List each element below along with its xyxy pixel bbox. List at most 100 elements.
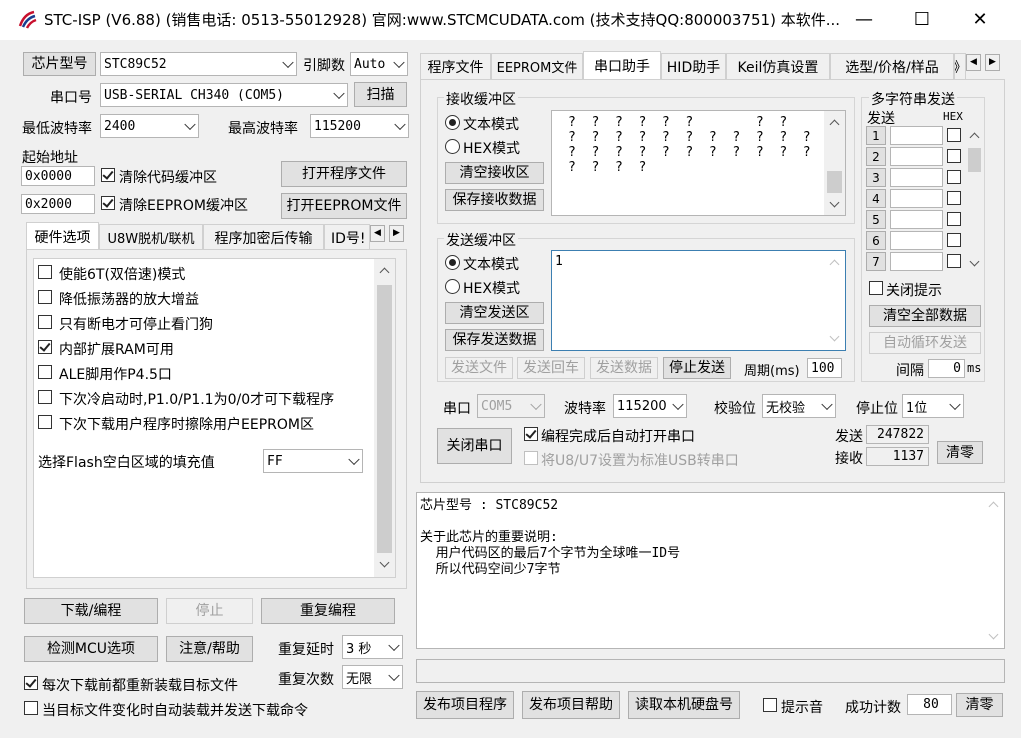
- maximize-button[interactable]: ☐: [893, 0, 951, 40]
- recv-hex-mode-radio[interactable]: [445, 139, 460, 154]
- clear-counters-button[interactable]: 清零: [937, 441, 983, 464]
- check-mcu-button[interactable]: 检测MCU选项: [24, 636, 158, 662]
- scroll-down-icon[interactable]: [988, 629, 999, 640]
- code-address-input[interactable]: 0x0000: [21, 166, 95, 186]
- multi-send-scrollbar[interactable]: [966, 124, 983, 274]
- interval-input[interactable]: 0: [928, 359, 965, 378]
- tab-hardware-options[interactable]: 硬件选项: [26, 222, 99, 250]
- option-checkbox[interactable]: [38, 315, 52, 329]
- clear-eeprom-checkbox[interactable]: [101, 196, 115, 210]
- multi-send-input[interactable]: [890, 168, 943, 187]
- multi-send-hex-checkbox[interactable]: [947, 254, 961, 268]
- download-button[interactable]: 下载/编程: [24, 598, 158, 624]
- tab-scroll-left-icon[interactable]: ◀: [966, 54, 981, 71]
- tab-scroll-left-icon[interactable]: ◀: [370, 225, 385, 242]
- multi-send-row-button[interactable]: 2: [866, 147, 886, 166]
- publish-help-button[interactable]: 发布项目帮助: [522, 691, 620, 719]
- read-disk-id-button[interactable]: 读取本机硬盘号: [628, 691, 740, 719]
- reprogram-button[interactable]: 重复编程: [261, 598, 395, 624]
- open-eeprom-button[interactable]: 打开EEPROM文件: [281, 193, 407, 219]
- option-checkbox[interactable]: [38, 265, 52, 279]
- eeprom-address-input[interactable]: 0x2000: [21, 194, 95, 214]
- save-receive-button[interactable]: 保存接收数据: [445, 189, 544, 211]
- receive-textarea[interactable]: ? ? ? ? ? ? ? ?? ? ? ? ? ? ? ? ? ? ?? ? …: [551, 110, 846, 216]
- multi-send-row-button[interactable]: 3: [866, 168, 886, 187]
- tab-hid-assistant[interactable]: HID助手: [661, 53, 726, 79]
- clear-receive-button[interactable]: 清空接收区: [445, 162, 544, 184]
- multi-send-input[interactable]: [890, 210, 943, 229]
- scroll-thumb[interactable]: [968, 148, 981, 172]
- repeat-count-select[interactable]: 无限: [342, 665, 403, 689]
- scan-button[interactable]: 扫描: [354, 82, 407, 107]
- publish-program-button[interactable]: 发布项目程序: [416, 691, 514, 719]
- tab-u8w[interactable]: U8W脱机/联机: [99, 224, 203, 250]
- multi-send-hex-checkbox[interactable]: [947, 128, 961, 142]
- send-return-button[interactable]: 发送回车: [517, 357, 585, 379]
- scroll-thumb[interactable]: [377, 285, 392, 553]
- tab-keil-settings[interactable]: Keil仿真设置: [726, 53, 830, 79]
- send-file-button[interactable]: 发送文件: [445, 357, 513, 379]
- option-checkbox[interactable]: [38, 340, 52, 354]
- clear-send-button[interactable]: 清空发送区: [445, 302, 544, 324]
- option-checkbox[interactable]: [38, 290, 52, 304]
- scroll-down-icon[interactable]: [379, 557, 390, 568]
- chip-type-button[interactable]: 芯片型号: [23, 52, 96, 76]
- send-textarea[interactable]: 1: [551, 250, 846, 351]
- multi-send-hex-checkbox[interactable]: [947, 149, 961, 163]
- tab-more[interactable]: 》: [954, 53, 966, 79]
- auto-open-port-checkbox[interactable]: [524, 427, 538, 441]
- tab-eeprom-file[interactable]: EEPROM文件: [491, 53, 583, 79]
- parity-select[interactable]: 无校验: [762, 394, 836, 418]
- flash-fill-select[interactable]: FF: [263, 449, 363, 473]
- pins-select[interactable]: Auto: [350, 52, 408, 76]
- send-hex-mode-radio[interactable]: [445, 279, 460, 294]
- option-checkbox[interactable]: [38, 390, 52, 404]
- multi-send-row-button[interactable]: 1: [866, 126, 886, 145]
- multi-send-row-button[interactable]: 6: [866, 231, 886, 250]
- auto-send-checkbox[interactable]: [24, 701, 38, 715]
- tab-encrypt[interactable]: 程序加密后传输: [203, 224, 324, 250]
- multi-send-hex-checkbox[interactable]: [947, 191, 961, 205]
- option-checkbox[interactable]: [38, 415, 52, 429]
- save-send-button[interactable]: 保存发送数据: [445, 329, 544, 351]
- clear-code-checkbox[interactable]: [101, 168, 115, 182]
- multi-send-row-button[interactable]: 4: [866, 189, 886, 208]
- close-prompt-checkbox[interactable]: [869, 281, 883, 295]
- multi-send-hex-checkbox[interactable]: [947, 233, 961, 247]
- scroll-up-icon[interactable]: [969, 132, 980, 143]
- scroll-up-icon[interactable]: [829, 119, 840, 130]
- multi-send-row-button[interactable]: 7: [866, 252, 886, 271]
- tab-id[interactable]: ID号!: [324, 224, 370, 250]
- baud-select[interactable]: 115200: [613, 394, 687, 418]
- period-input[interactable]: 100: [807, 358, 842, 378]
- send-text-mode-radio[interactable]: [445, 255, 460, 270]
- stop-bits-select[interactable]: 1位: [902, 394, 964, 418]
- info-scrollbar[interactable]: [983, 493, 1004, 648]
- tab-scroll-right-icon[interactable]: ▶: [389, 225, 404, 242]
- min-baud-select[interactable]: 2400: [100, 114, 199, 138]
- port-select[interactable]: USB-SERIAL CH340 (COM5): [100, 83, 348, 107]
- tab-selection-price[interactable]: 选型/价格/样品: [830, 53, 954, 79]
- multi-send-input[interactable]: [890, 189, 943, 208]
- help-button[interactable]: 注意/帮助: [166, 636, 253, 662]
- close-button[interactable]: ✕: [951, 0, 1009, 40]
- multi-send-input[interactable]: [890, 231, 943, 250]
- open-program-button[interactable]: 打开程序文件: [281, 161, 407, 187]
- scroll-down-icon[interactable]: [829, 331, 840, 342]
- chip-info-area[interactable]: 芯片型号 : STC89C52 关于此芯片的重要说明: 用户代码区的最后7个字节为…: [416, 492, 1005, 649]
- stop-send-button[interactable]: 停止发送: [663, 357, 731, 379]
- multi-send-input[interactable]: [890, 126, 943, 145]
- serial-port-select[interactable]: COM5: [477, 394, 545, 418]
- receive-scrollbar[interactable]: [824, 111, 845, 215]
- options-scrollbar[interactable]: [374, 259, 395, 577]
- option-checkbox[interactable]: [38, 365, 52, 379]
- close-port-button[interactable]: 关闭串口: [437, 428, 512, 464]
- scroll-down-icon[interactable]: [829, 197, 840, 208]
- multi-send-row-button[interactable]: 5: [866, 210, 886, 229]
- scroll-up-icon[interactable]: [379, 267, 390, 278]
- repeat-delay-select[interactable]: 3 秒: [342, 635, 403, 659]
- stop-button[interactable]: 停止: [166, 598, 253, 624]
- scroll-down-icon[interactable]: [969, 256, 980, 267]
- scroll-up-icon[interactable]: [829, 259, 840, 270]
- send-scrollbar[interactable]: [824, 251, 845, 350]
